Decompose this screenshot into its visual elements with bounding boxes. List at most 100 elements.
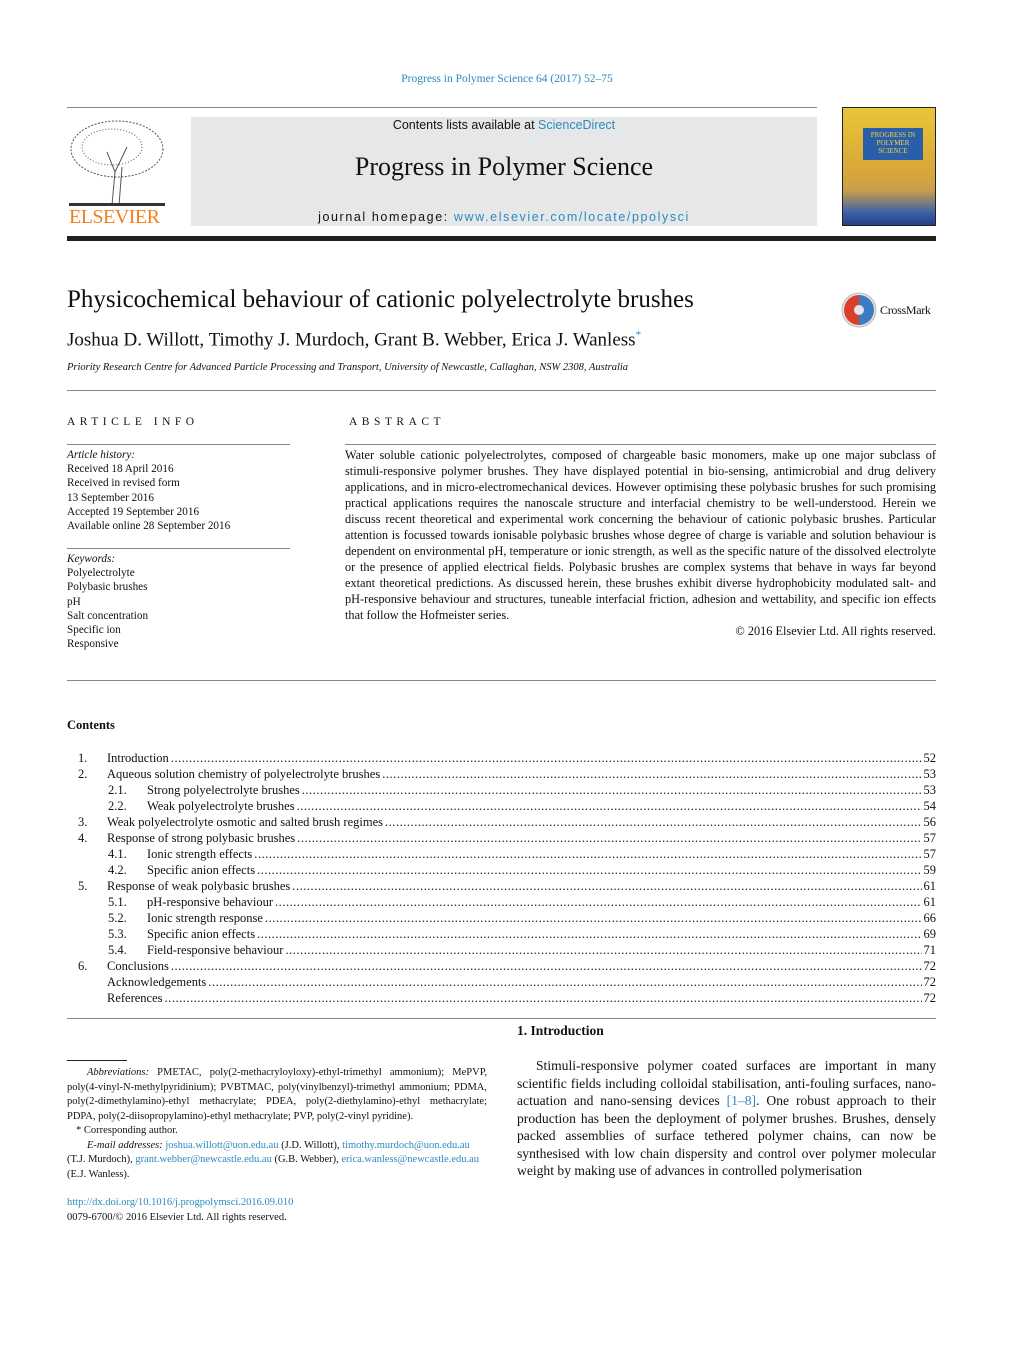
email-link[interactable]: timothy.murdoch@uon.edu.au [342, 1140, 470, 1151]
abstract-text: Water soluble cationic polyelectrolytes,… [345, 448, 936, 622]
toc-leader [257, 926, 921, 942]
divider [67, 548, 290, 549]
toc-page: 52 [923, 751, 937, 765]
toc-leader [171, 750, 922, 766]
toc-leader [171, 958, 922, 974]
toc-page: 72 [923, 959, 937, 973]
divider [67, 107, 817, 108]
toc-page: 61 [923, 879, 937, 893]
toc-leader [275, 894, 921, 910]
toc-leader [292, 878, 921, 894]
citation-link[interactable]: [1–8] [727, 1093, 756, 1108]
toc-entry[interactable]: 5.3. Specific anion effects 69 [67, 926, 936, 942]
crossmark-label: CrossMark [880, 303, 931, 317]
footnote-rule [67, 1060, 127, 1061]
corresponding-author: * Corresponding author. [76, 1125, 178, 1136]
elsevier-logo[interactable]: ELSEVIER [67, 117, 167, 229]
contents-available: Contents lists available at ScienceDirec… [392, 118, 616, 132]
toc-title[interactable]: Specific anion effects [147, 926, 255, 942]
toc-title[interactable]: Response of strong polybasic brushes [107, 830, 295, 846]
toc-entry[interactable]: 2. Aqueous solution chemistry of polyelec… [67, 766, 936, 782]
toc-leader [257, 862, 921, 878]
issn-copyright: 0079-6700/© 2016 Elsevier Ltd. All right… [67, 1211, 287, 1223]
toc-leader [385, 814, 922, 830]
toc-number: 1. [78, 751, 88, 765]
toc-number: 5.1. [108, 895, 127, 909]
toc-title[interactable]: Ionic strength response [147, 910, 263, 926]
toc-number: 5.4. [108, 943, 127, 957]
toc-entry[interactable]: 4. Response of strong polybasic brushes 57 [67, 830, 936, 846]
toc-number: 4.2. [108, 863, 127, 877]
email-link[interactable]: erica.wanless@newcastle.edu.au [341, 1154, 479, 1165]
toc-entry[interactable]: 5.2. Ionic strength response 66 [67, 910, 936, 926]
toc-title[interactable]: Weak polyelectrolyte osmotic and salted … [107, 814, 383, 830]
keywords: Keywords: Polyelectrolyte Polybasic brus… [67, 553, 149, 651]
article-title: Physicochemical behaviour of cationic po… [67, 286, 694, 313]
toc-entry[interactable]: 2.2. Weak polyelectrolyte brushes 54 [67, 798, 936, 814]
toc-page: 53 [923, 767, 937, 781]
divider [345, 444, 936, 445]
divider [67, 1018, 936, 1019]
toc-number: 5.2. [108, 911, 127, 925]
toc-entry[interactable]: 5. Response of weak polybasic brushes 61 [67, 878, 936, 894]
toc-number: 5. [78, 879, 88, 893]
journal-cover[interactable]: PROGRESS IN POLYMER SCIENCE [842, 107, 936, 226]
email-link[interactable]: joshua.willott@uon.edu.au [165, 1140, 278, 1151]
abstract: Water soluble cationic polyelectrolytes,… [345, 447, 936, 639]
divider [67, 680, 936, 681]
homepage-link[interactable]: www.elsevier.com/locate/ppolysci [454, 210, 690, 224]
corresponding-mark[interactable]: * [636, 329, 642, 341]
crossmark-icon [841, 292, 877, 328]
tree-icon [69, 120, 165, 206]
toc-title[interactable]: Aqueous solution chemistry of polyelectr… [107, 766, 380, 782]
toc-entry[interactable]: 5.4. Field-responsive behaviour 71 [67, 942, 936, 958]
footnotes: Abbreviations: PMETAC, poly(2-methacrylo… [67, 1066, 487, 1225]
toc-title[interactable]: Introduction [107, 750, 169, 766]
journal-title: Progress in Polymer Science [354, 152, 654, 181]
toc-number: 2. [78, 767, 88, 781]
toc-number: 2.1. [108, 783, 127, 797]
toc-page: 66 [923, 911, 937, 925]
toc-entry[interactable]: 2.1. Strong polyelectrolyte brushes 53 [67, 782, 936, 798]
toc-entry[interactable]: Acknowledgements 72 [67, 974, 936, 990]
toc-number: 6. [78, 959, 88, 973]
toc-entry[interactable]: 4.1. Ionic strength effects 57 [67, 846, 936, 862]
article-history: Article history: Received 18 April 2016 … [67, 449, 231, 533]
toc-entry[interactable]: 3. Weak polyelectrolyte osmotic and salte… [67, 814, 936, 830]
toc-entry[interactable]: References 72 [67, 990, 936, 1006]
journal-citation[interactable]: Progress in Polymer Science 64 (2017) 52… [0, 73, 1014, 85]
toc-leader [382, 766, 921, 782]
toc-entry[interactable]: 5.1. pH-responsive behaviour 61 [67, 894, 936, 910]
toc-title[interactable]: Strong polyelectrolyte brushes [147, 782, 300, 798]
article-info-heading: ARTICLE INFO [67, 416, 199, 428]
toc-title[interactable]: Weak polyelectrolyte brushes [147, 798, 295, 814]
contents-heading: Contents [67, 718, 115, 732]
toc-entry[interactable]: 6. Conclusions 72 [67, 958, 936, 974]
toc-entry[interactable]: 1. Introduction 52 [67, 750, 936, 766]
toc-title[interactable]: Response of weak polybasic brushes [107, 878, 290, 894]
elsevier-wordmark: ELSEVIER [69, 206, 160, 228]
toc-leader [285, 942, 921, 958]
toc-title[interactable]: Field-responsive behaviour [147, 942, 283, 958]
header-bar [67, 236, 936, 241]
crossmark-button[interactable]: CrossMark [840, 291, 940, 329]
email-link[interactable]: grant.webber@newcastle.edu.au [135, 1154, 272, 1165]
doi-link[interactable]: http://dx.doi.org/10.1016/j.progpolymsci… [67, 1196, 487, 1211]
toc-number: 4. [78, 831, 88, 845]
toc-title[interactable]: pH-responsive behaviour [147, 894, 273, 910]
toc-page: 61 [923, 895, 937, 909]
toc-page: 57 [923, 847, 937, 861]
toc-number: 4.1. [108, 847, 127, 861]
toc-title[interactable]: Conclusions [107, 958, 169, 974]
toc-title[interactable]: References [107, 990, 163, 1006]
toc-page: 59 [923, 863, 937, 877]
table-of-contents: 1. Introduction 52 2. Aqueous solution chemi… [67, 750, 936, 1006]
toc-entry[interactable]: 4.2. Specific anion effects 59 [67, 862, 936, 878]
toc-title[interactable]: Specific anion effects [147, 862, 255, 878]
toc-title[interactable]: Ionic strength effects [147, 846, 252, 862]
sciencedirect-link[interactable]: ScienceDirect [538, 118, 615, 132]
toc-leader [165, 990, 922, 1006]
toc-leader [208, 974, 921, 990]
toc-leader [297, 830, 921, 846]
toc-title[interactable]: Acknowledgements [107, 974, 206, 990]
